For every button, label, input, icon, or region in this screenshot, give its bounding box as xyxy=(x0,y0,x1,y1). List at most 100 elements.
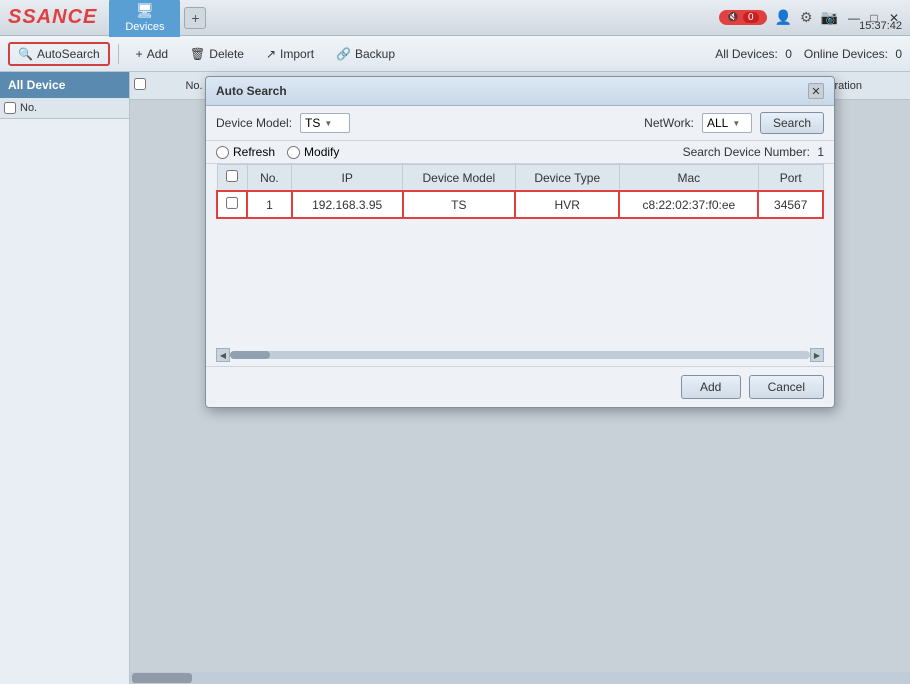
col-no: No. xyxy=(247,165,292,192)
dialog-toolbar-left: Device Model: TS ▼ xyxy=(216,113,350,133)
dialog-overlay: Auto Search ✕ Device Model: TS ▼ NetWork… xyxy=(130,72,910,684)
mute-button[interactable]: 🔇 0 xyxy=(719,10,767,25)
search-device-num: Search Device Number: 1 xyxy=(683,145,824,159)
toolbar-right: All Devices: 0 Online Devices: 0 xyxy=(715,47,902,61)
search-device-num-value: 1 xyxy=(817,145,824,159)
delete-label: Delete xyxy=(209,47,244,61)
dialog-toolbar: Device Model: TS ▼ NetWork: ALL ▼ Search xyxy=(206,106,834,141)
title-bar-left: SSANCE 🖥 Devices + xyxy=(8,0,206,37)
autosearch-button[interactable]: 🔍 AutoSearch xyxy=(8,42,110,66)
add-button[interactable]: + Add xyxy=(127,43,177,65)
all-devices-count: 0 xyxy=(785,47,792,61)
scrollbar-track[interactable] xyxy=(230,351,810,359)
devices-tab-label: Devices xyxy=(125,21,164,33)
scroll-right-arrow[interactable]: ▶ xyxy=(810,348,824,362)
col-port: Port xyxy=(758,165,823,192)
dialog-add-button[interactable]: Add xyxy=(681,375,741,399)
row-cell-2: 192.168.3.95 xyxy=(292,191,403,218)
dialog-table-container: No. IP Device Model Device Type Mac Port… xyxy=(206,164,834,344)
dialog-subtoolbar: Refresh Modify Search Device Number: 1 xyxy=(206,141,834,164)
backup-label: Backup xyxy=(355,47,395,61)
network-arrow-icon: ▼ xyxy=(732,119,740,128)
network-label: NetWork: xyxy=(644,116,694,130)
content-area: No. IP Device Name Device Type Status Op… xyxy=(130,72,910,684)
device-model-arrow-icon: ▼ xyxy=(324,119,332,128)
dialog-toolbar-right: NetWork: ALL ▼ Search xyxy=(644,112,824,134)
modify-radio[interactable]: Modify xyxy=(287,145,339,159)
dialog-title-bar: Auto Search ✕ xyxy=(206,77,834,106)
col-device-model: Device Model xyxy=(403,165,516,192)
user-icon: 👤 xyxy=(775,9,792,26)
add-tab-button[interactable]: + xyxy=(184,7,206,29)
devices-tab[interactable]: 🖥 Devices xyxy=(109,0,180,37)
time-display: 15:37:42 xyxy=(859,20,902,32)
row-cell-5: c8:22:02:37:f0:ee xyxy=(619,191,758,218)
logo-s: S xyxy=(8,6,22,28)
refresh-radio[interactable]: Refresh xyxy=(216,145,275,159)
refresh-radio-input[interactable] xyxy=(216,146,229,159)
dialog-close-button[interactable]: ✕ xyxy=(808,83,824,99)
sidebar: All Device No. xyxy=(0,72,130,684)
scroll-left-arrow[interactable]: ◀ xyxy=(216,348,230,362)
delete-icon: 🗑 xyxy=(190,47,205,61)
row-checkbox-cell[interactable] xyxy=(217,191,247,218)
refresh-label: Refresh xyxy=(233,145,275,159)
col-checkbox xyxy=(217,165,247,192)
row-cell-4: HVR xyxy=(515,191,619,218)
auto-search-dialog: Auto Search ✕ Device Model: TS ▼ NetWork… xyxy=(205,76,835,408)
network-select[interactable]: ALL ▼ xyxy=(702,113,752,133)
horizontal-scrollbar-container: ◀ ▶ xyxy=(206,344,834,366)
radio-group: Refresh Modify xyxy=(216,145,339,159)
all-devices-label: All Devices: 0 xyxy=(715,47,792,61)
toolbar-separator-1 xyxy=(118,44,119,64)
bottom-scrollbar-thumb[interactable] xyxy=(132,673,192,683)
dialog-cancel-button[interactable]: Cancel xyxy=(749,375,824,399)
sidebar-col-no: No. xyxy=(20,102,37,114)
scrollbar-thumb[interactable] xyxy=(230,351,270,359)
dialog-title: Auto Search xyxy=(216,84,287,98)
add-icon: + xyxy=(136,47,143,61)
horizontal-scrollbar[interactable]: ◀ ▶ xyxy=(216,348,824,362)
backup-button[interactable]: 🔗 Backup xyxy=(327,43,404,65)
import-icon: ↗ xyxy=(266,47,276,61)
sidebar-header: All Device xyxy=(0,72,129,98)
table-select-all[interactable] xyxy=(226,170,238,182)
device-model-value: TS xyxy=(305,116,320,130)
col-ip: IP xyxy=(292,165,403,192)
device-model-label: Device Model: xyxy=(216,116,292,130)
search-results-table: No. IP Device Model Device Type Mac Port… xyxy=(216,164,824,219)
online-devices-count: 0 xyxy=(895,47,902,61)
logo-text: SANCE xyxy=(22,6,97,28)
table-row[interactable]: 1192.168.3.95TSHVRc8:22:02:37:f0:ee34567 xyxy=(217,191,823,218)
network-value: ALL xyxy=(707,116,728,130)
delete-button[interactable]: 🗑 Delete xyxy=(181,43,253,65)
title-bar: SSANCE 🖥 Devices + 🔇 0 👤 ⚙ 📷 — □ ✕ xyxy=(0,0,910,36)
search-button[interactable]: Search xyxy=(760,112,824,134)
modify-radio-input[interactable] xyxy=(287,146,300,159)
row-cell-6: 34567 xyxy=(758,191,823,218)
row-checkbox[interactable] xyxy=(226,197,238,209)
col-mac: Mac xyxy=(619,165,758,192)
app-logo: SSANCE xyxy=(8,6,97,29)
dialog-footer: Add Cancel xyxy=(206,366,834,407)
main-layout: All Device No. No. IP Device Name Device… xyxy=(0,72,910,684)
device-model-select[interactable]: TS ▼ xyxy=(300,113,350,133)
row-cell-3: TS xyxy=(403,191,516,218)
sidebar-select-all[interactable] xyxy=(4,102,16,114)
bottom-scrollbar[interactable] xyxy=(130,672,910,684)
col-device-type: Device Type xyxy=(515,165,619,192)
camera-icon: 📷 xyxy=(821,9,838,26)
sidebar-table-header: No. xyxy=(0,98,129,119)
import-button[interactable]: ↗ Import xyxy=(257,43,323,65)
add-label: Add xyxy=(147,47,168,61)
settings-icon[interactable]: ⚙ xyxy=(800,9,813,26)
autosearch-label: AutoSearch xyxy=(37,47,100,61)
online-devices-text: Online Devices: xyxy=(804,47,888,61)
row-cell-1: 1 xyxy=(247,191,292,218)
devices-tab-icon: 🖥 xyxy=(136,2,154,19)
search-icon: 🔍 xyxy=(18,47,33,61)
online-devices-label: Online Devices: 0 xyxy=(804,47,902,61)
notification-count: 0 xyxy=(743,12,759,23)
table-header-row: No. IP Device Model Device Type Mac Port xyxy=(217,165,823,192)
search-device-num-label: Search Device Number: xyxy=(683,145,810,159)
